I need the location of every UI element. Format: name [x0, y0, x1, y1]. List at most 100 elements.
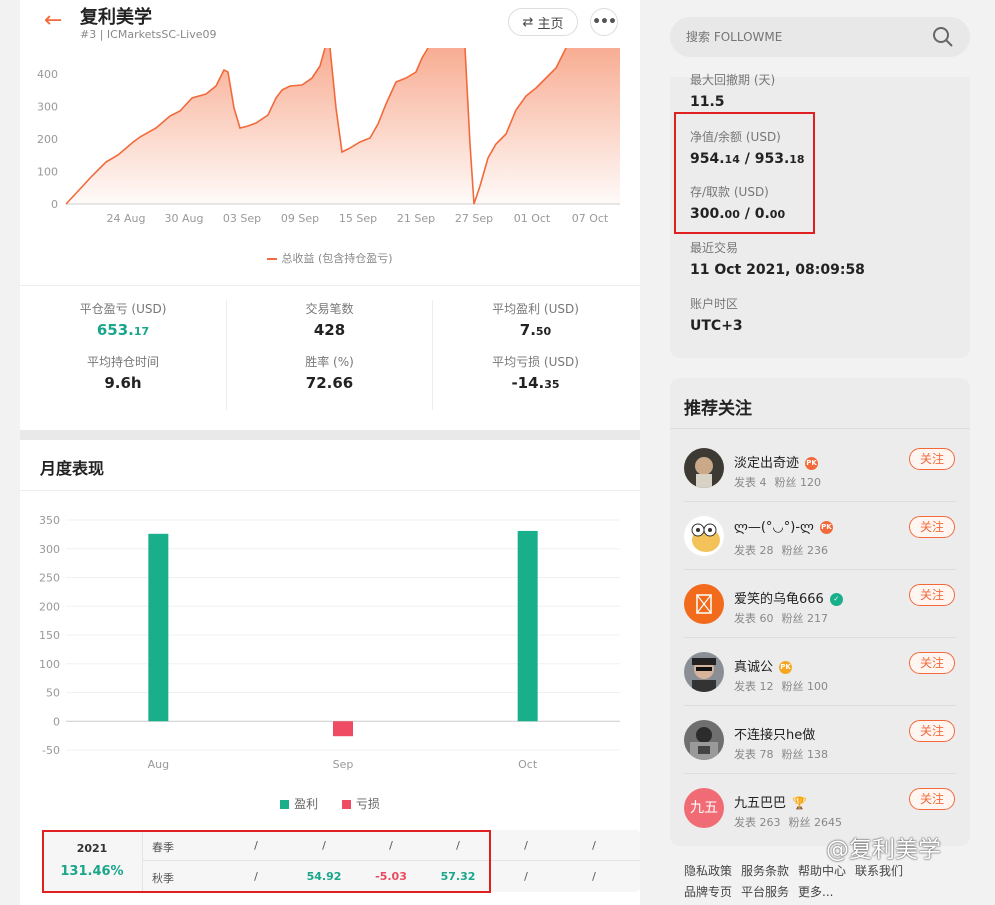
user-name[interactable]: 淡定出奇迹 PK	[734, 452, 819, 471]
x-tick-label: 01 Oct	[514, 212, 551, 225]
list-item[interactable]: ლ—(°◡°)-ლ PK 发表 28 粉丝 236 关注	[684, 502, 956, 570]
loss-swatch	[341, 800, 351, 809]
bar-oct[interactable]	[517, 530, 538, 722]
legend-loss[interactable]: 亏损	[341, 797, 380, 811]
y-tick-label: -50	[42, 744, 60, 757]
closed-pl-value: 653.17	[20, 321, 226, 339]
trades-label: 交易笔数	[305, 302, 354, 316]
pk-badge-icon: PK	[805, 457, 819, 470]
balance-int: 953.	[754, 151, 790, 167]
y-tick-label: 300	[39, 543, 60, 556]
bar-chart-legend: 盈利 亏损	[20, 795, 640, 812]
list-item[interactable]: 爱笑的乌龟666 ✓ 发表 60 粉丝 217 关注	[684, 570, 956, 638]
user-name-text: ლ—(°◡°)-ლ	[734, 520, 814, 535]
x-tick-label: 24 Aug	[107, 212, 146, 225]
bar-sep[interactable]	[333, 721, 353, 737]
post-count: 发表 4	[734, 476, 767, 489]
user-name[interactable]: ლ—(°◡°)-ლ PK	[734, 520, 833, 535]
avatar[interactable]	[684, 516, 724, 556]
equity-balance-item: 净值/余额 (USD) 954.14 / 953.18	[690, 128, 805, 167]
footer-link-services[interactable]: 平台服务	[741, 885, 789, 899]
avatar[interactable]	[684, 448, 724, 488]
legend-loss-label: 亏损	[355, 797, 380, 811]
legend-profit[interactable]: 盈利	[280, 797, 318, 811]
footer-link-privacy[interactable]: 隐私政策	[684, 864, 732, 878]
list-item[interactable]: 不连接只he做 发表 78 粉丝 138 关注	[684, 706, 956, 774]
bar-aug[interactable]	[148, 533, 169, 722]
y-tick-label: 150	[39, 629, 60, 642]
section-separator	[20, 430, 640, 440]
follow-button[interactable]: 关注	[909, 788, 955, 810]
table-cell: /	[322, 839, 326, 852]
footer-link-more[interactable]: 更多...	[798, 885, 833, 899]
follow-button[interactable]: 关注	[909, 720, 955, 742]
y-tick-label: 350	[39, 514, 60, 527]
last-trade-value: 11 Oct 2021, 08:09:58	[690, 262, 865, 278]
footer-link-contact[interactable]: 联系我们	[855, 864, 903, 878]
max-drawdown-label: 最大回撤期 (天)	[690, 73, 776, 87]
fan-count: 粉丝 100	[781, 680, 829, 693]
table-cell: /	[592, 839, 596, 852]
avg-profit-label: 平均盈利 (USD)	[492, 302, 579, 316]
table-cell: -5.03	[375, 870, 407, 883]
home-button-label: 主页	[537, 16, 564, 32]
fan-count: 粉丝 120	[774, 476, 822, 489]
x-tick-label: 27 Sep	[455, 212, 493, 225]
line-chart-legend[interactable]: 总收益 (包含持仓盈亏)	[20, 250, 640, 266]
x-tick-label: Aug	[148, 758, 169, 771]
user-meta: 发表 12 粉丝 100	[734, 678, 836, 694]
stats-column-2: 交易笔数 428 胜率 (%) 72.66	[226, 300, 432, 410]
table-cell: /	[389, 839, 393, 852]
back-arrow-icon[interactable]: ←	[44, 8, 62, 33]
table-cell: /	[524, 839, 528, 852]
post-count: 发表 78	[734, 748, 774, 761]
footer-link-terms[interactable]: 服务条款	[741, 864, 789, 878]
timezone-value: UTC+3	[690, 318, 743, 334]
avatar[interactable]	[684, 584, 724, 624]
recommend-title: 推荐关注	[684, 399, 752, 419]
user-name[interactable]: 不连接只he做	[734, 724, 815, 743]
follow-button[interactable]: 关注	[909, 448, 955, 470]
year-label: 2021	[76, 842, 108, 855]
avatar[interactable]: 九五	[684, 788, 724, 828]
avg-hold-value: 9.6h	[104, 374, 142, 392]
user-name[interactable]: 真诚公 PK	[734, 656, 793, 675]
x-tick-label: 09 Sep	[281, 212, 319, 225]
monthly-title: 月度表现	[40, 459, 105, 478]
user-name[interactable]: 九五巴巴 🏆	[734, 792, 807, 811]
footer-link-brand[interactable]: 品牌专页	[684, 885, 732, 899]
follow-button[interactable]: 关注	[909, 652, 955, 674]
deposit-dec: 00	[724, 208, 740, 221]
deposit-withdraw-value: 300.00 / 0.00	[690, 206, 786, 222]
list-item[interactable]: 淡定出奇迹 PK 发表 4 粉丝 120 关注	[684, 434, 956, 502]
user-name-text: 不连接只he做	[734, 728, 816, 743]
main-panel: ← 复利美学 #3 | ICMarketsSC-Live09 ⇄ 主页 ••• …	[20, 0, 640, 905]
search-icon[interactable]	[932, 26, 954, 48]
list-item[interactable]: 真诚公 PK 发表 12 粉丝 100 关注	[684, 638, 956, 706]
more-button[interactable]: •••	[590, 8, 618, 36]
equity-int: 954.	[690, 151, 725, 167]
closed-pl-dec: 17	[133, 325, 150, 338]
follow-button[interactable]: 关注	[909, 584, 955, 606]
avatar[interactable]	[684, 652, 724, 692]
y-tick-label: 200	[37, 133, 58, 146]
footer-links: 隐私政策 服务条款 帮助中心 联系我们 品牌专页 平台服务 更多...	[684, 861, 994, 903]
home-button[interactable]: ⇄ 主页	[508, 8, 578, 36]
table-cell: /	[254, 870, 258, 883]
page-title: 复利美学	[80, 7, 152, 28]
x-tick-label: 30 Aug	[165, 212, 204, 225]
footer-link-help[interactable]: 帮助中心	[798, 864, 846, 878]
post-count: 发表 12	[734, 680, 774, 693]
table-cell: 54.92	[306, 870, 342, 883]
timezone-item: 账户时区 UTC+3	[690, 295, 743, 334]
user-name[interactable]: 爱笑的乌龟666 ✓	[734, 588, 843, 607]
monthly-bar-chart: 350 300 250 200 150 100 50 0 -50 Aug Sep Oct	[39, 514, 620, 771]
avatar[interactable]	[684, 720, 724, 760]
avg-profit-dec: 50	[535, 325, 552, 338]
avg-loss-value: -14.35	[433, 374, 638, 392]
fan-count: 粉丝 236	[781, 544, 829, 557]
follow-button[interactable]: 关注	[909, 516, 955, 538]
account-subtitle: #3 | ICMarketsSC-Live09	[80, 28, 217, 41]
search-input[interactable]	[686, 17, 926, 57]
watermark: @复利美学	[826, 837, 941, 863]
